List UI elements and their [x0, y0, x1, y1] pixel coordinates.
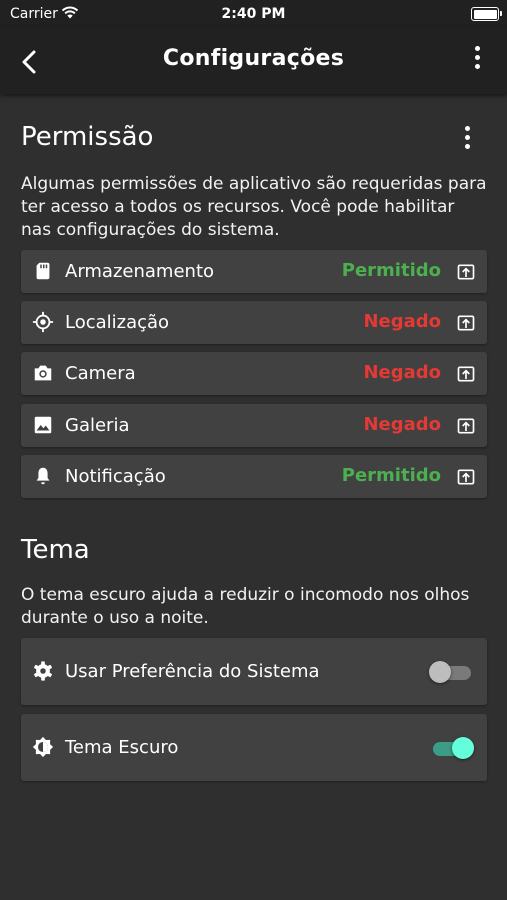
permission-status: Negado: [363, 414, 441, 435]
clock: 2:40 PM: [221, 6, 286, 22]
theme-title: Tema: [21, 535, 90, 565]
permission-row-camera[interactable]: Camera Negado: [21, 352, 487, 395]
more-vert-icon[interactable]: [471, 46, 483, 76]
theme-description: O tema escuro ajuda a reduzir o incomodo…: [21, 585, 470, 628]
permission-status: Permitido: [341, 260, 441, 281]
permission-row-location[interactable]: Localização Negado: [21, 301, 487, 344]
permissions-description: Algumas permissões de aplicativo são req…: [21, 174, 487, 240]
open-settings-icon[interactable]: [456, 416, 476, 436]
theme-option-label: Usar Preferência do Sistema: [65, 661, 320, 682]
status-bar: Carrier 2:40 PM: [0, 0, 507, 28]
battery-icon: [471, 7, 502, 21]
app-bar: Configurações: [0, 28, 507, 94]
location-target-icon: [32, 311, 54, 333]
permission-status: Negado: [363, 311, 441, 332]
permission-label: Camera: [65, 363, 136, 384]
toggle-thumb: [429, 661, 451, 683]
permission-label: Localização: [65, 312, 170, 333]
camera-icon: [34, 365, 52, 381]
theme-row-dark-mode[interactable]: Tema Escuro: [21, 714, 487, 781]
image-icon: [34, 416, 52, 434]
permission-status: Negado: [363, 362, 441, 383]
permission-row-storage[interactable]: Armazenamento Permitido: [21, 250, 487, 293]
permission-status: Permitido: [341, 465, 441, 486]
permissions-more-icon[interactable]: [461, 126, 473, 156]
gear-icon: [34, 661, 52, 681]
system-preference-toggle[interactable]: [429, 660, 473, 684]
page-title: Configurações: [162, 46, 345, 71]
dark-mode-toggle[interactable]: [431, 736, 474, 760]
open-settings-icon[interactable]: [456, 313, 476, 333]
toggle-thumb: [452, 737, 474, 759]
open-settings-icon[interactable]: [456, 467, 476, 487]
open-settings-icon[interactable]: [456, 262, 476, 282]
brightness-icon: [32, 736, 54, 758]
open-settings-icon[interactable]: [456, 364, 476, 384]
permission-label: Armazenamento: [65, 261, 215, 282]
permission-label: Notificação: [65, 466, 166, 487]
sd-card-icon: [36, 262, 50, 280]
permission-label: Galeria: [65, 415, 130, 436]
permission-row-gallery[interactable]: Galeria Negado: [21, 404, 487, 447]
theme-option-label: Tema Escuro: [65, 737, 179, 758]
permission-row-notification[interactable]: Notificação Permitido: [21, 455, 487, 498]
bell-icon: [36, 467, 50, 485]
permissions-title: Permissão: [21, 122, 154, 152]
theme-row-system-preference[interactable]: Usar Preferência do Sistema: [21, 638, 487, 705]
